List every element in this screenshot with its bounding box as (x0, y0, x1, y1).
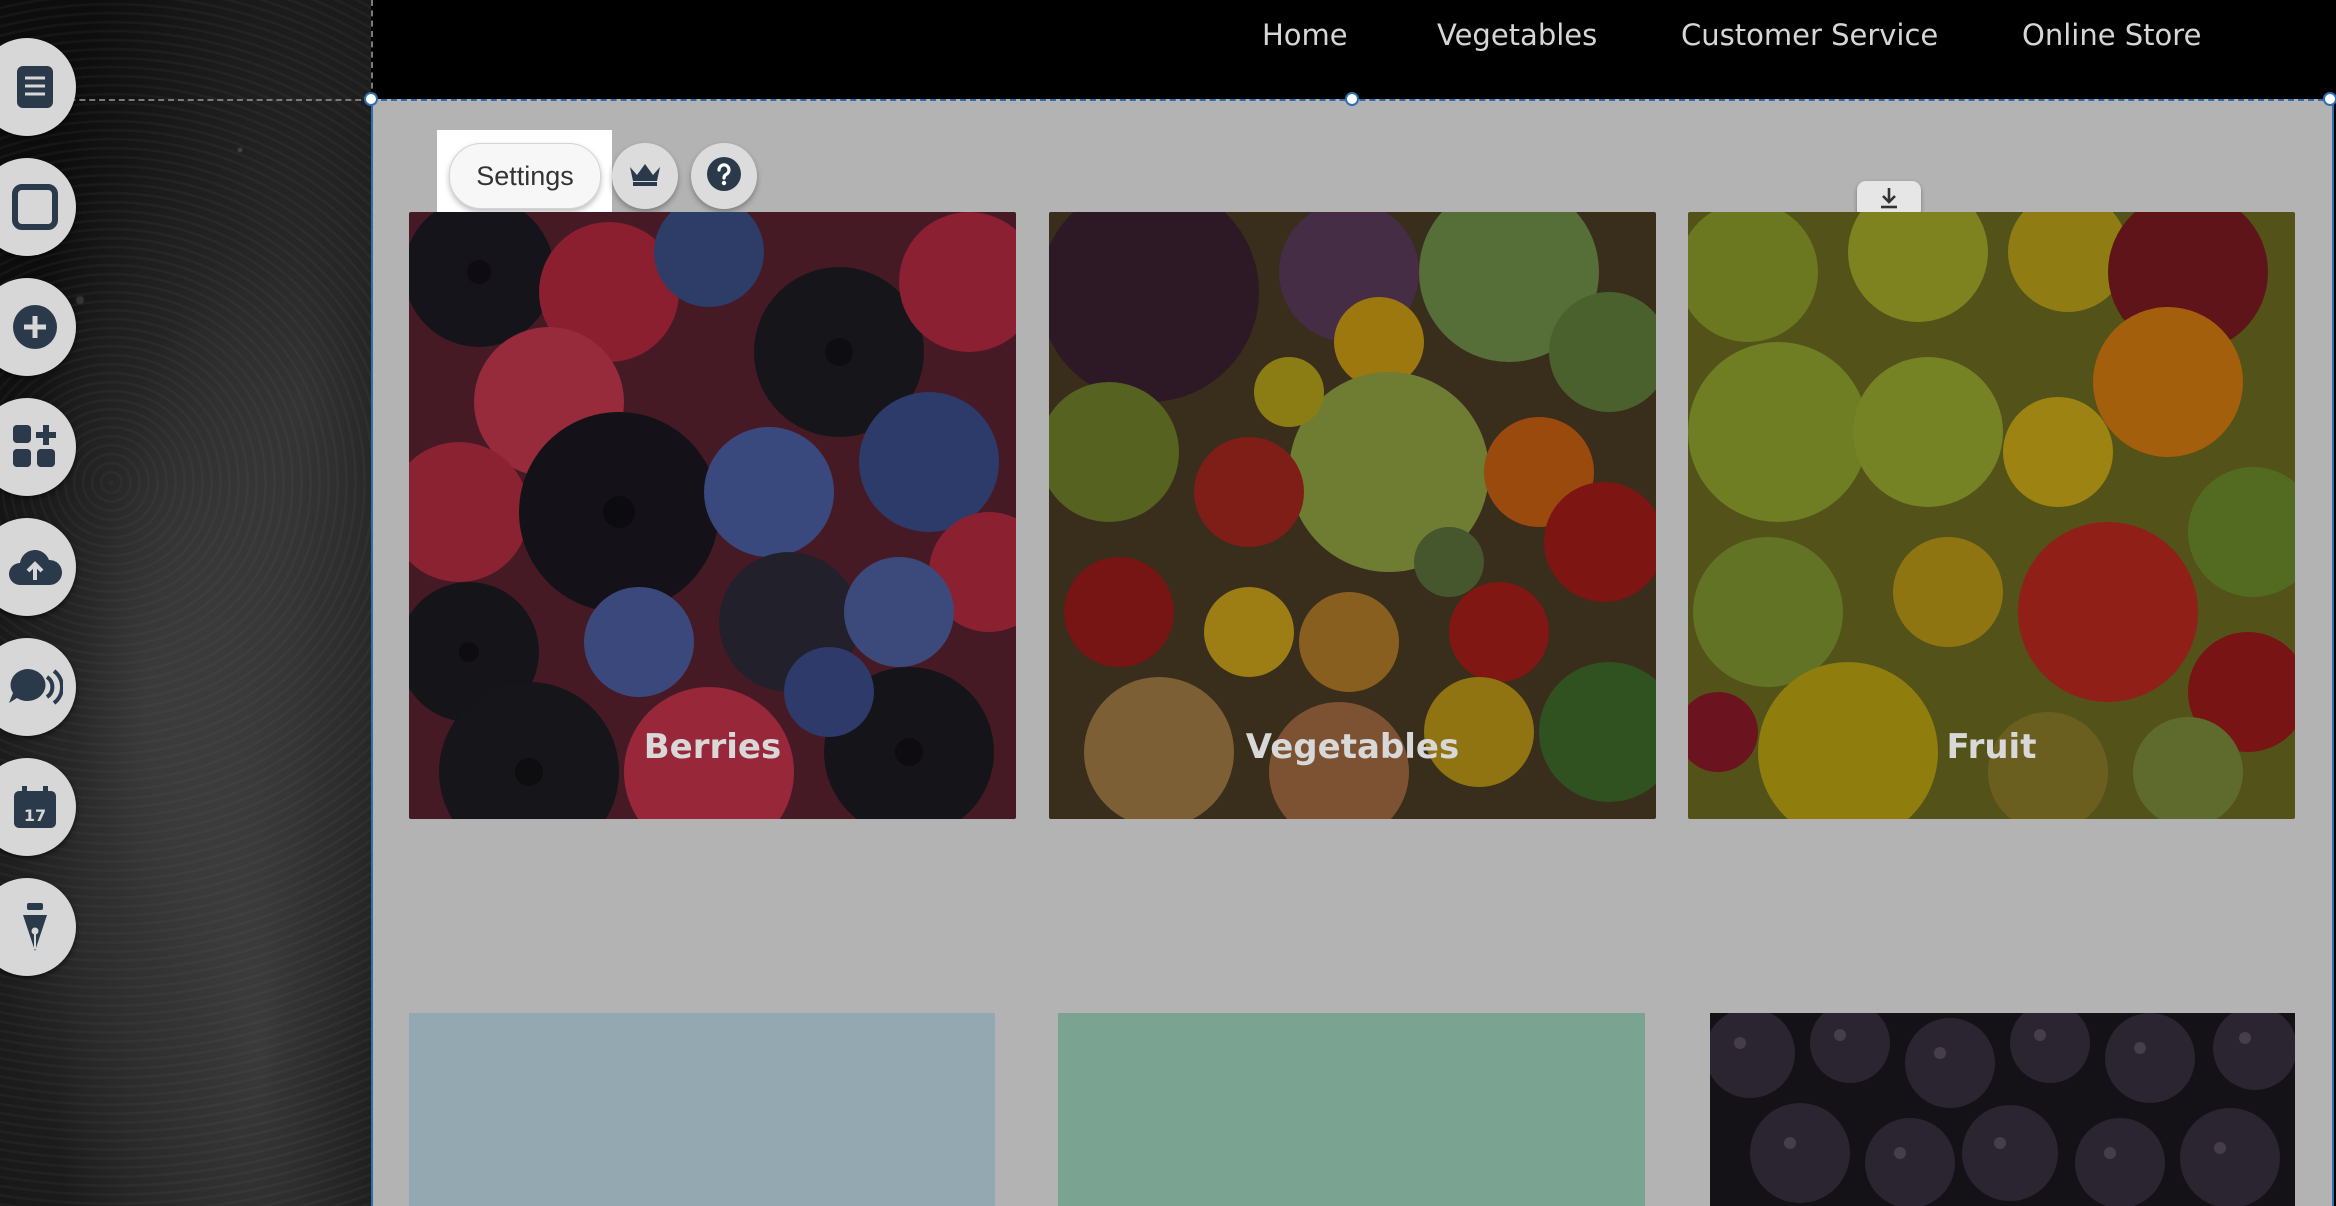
tile-label-vegetables: Vegetables (1245, 727, 1460, 767)
content-block-blackberries[interactable] (1710, 1013, 2295, 1206)
help-icon (706, 156, 742, 196)
apps-icon (7, 419, 63, 475)
guide-line-horizontal (40, 99, 371, 101)
nav-customer-service[interactable]: Customer Service (1681, 18, 1938, 52)
settings-button[interactable]: Settings (449, 143, 601, 209)
content-block-green[interactable] (1058, 1013, 1645, 1206)
pages-icon (7, 59, 63, 115)
resize-handle-left[interactable] (364, 92, 378, 106)
nav-online-store[interactable]: Online Store (2022, 18, 2201, 52)
events-icon: 17 (7, 779, 63, 835)
guide-line-vertical (371, 0, 373, 99)
tile-vegetables[interactable]: Vegetables (1049, 212, 1656, 819)
background-icon (7, 179, 63, 235)
resize-handle-right[interactable] (2323, 92, 2336, 106)
add-icon (7, 299, 63, 355)
tile-berries[interactable]: Berries (409, 212, 1016, 819)
svg-text:17: 17 (24, 806, 46, 825)
tile-fruit[interactable]: Fruit (1688, 212, 2295, 819)
nav-home[interactable]: Home (1262, 18, 1348, 52)
help-button[interactable] (691, 143, 757, 209)
blog-pen-icon (7, 899, 63, 955)
content-block-blue[interactable] (409, 1013, 995, 1206)
blackberries-image (1710, 1013, 2295, 1206)
upgrade-button[interactable] (612, 143, 678, 209)
upload-icon (7, 539, 63, 595)
tile-label-berries: Berries (643, 727, 782, 767)
download-arrow-icon (1878, 186, 1900, 214)
tile-label-fruit: Fruit (1946, 727, 2037, 767)
resize-handle-top[interactable] (1345, 92, 1359, 106)
top-navigation: Home Vegetables Customer Service Online … (371, 0, 2336, 99)
nav-vegetables[interactable]: Vegetables (1437, 18, 1597, 52)
crown-icon (628, 161, 662, 191)
social-icon (7, 659, 63, 715)
